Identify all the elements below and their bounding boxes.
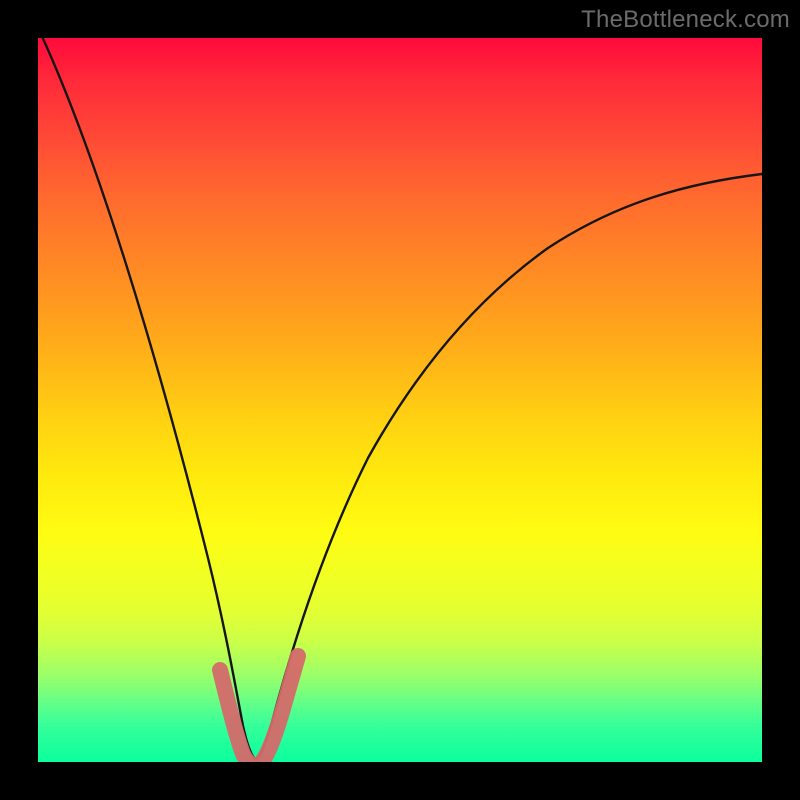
bottleneck-curve-svg [38, 38, 762, 762]
watermark-text: TheBottleneck.com [581, 6, 790, 34]
bottleneck-curve-path [40, 38, 762, 760]
chart-frame: TheBottleneck.com [0, 0, 800, 800]
plot-area [38, 38, 762, 762]
